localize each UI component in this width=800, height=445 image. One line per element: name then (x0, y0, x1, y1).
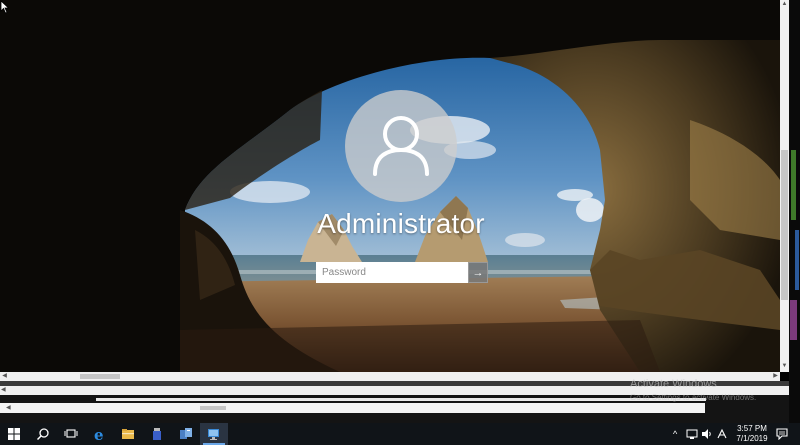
vertical-scroll-thumb[interactable] (781, 150, 788, 300)
internet-explorer-button[interactable]: e (86, 423, 114, 445)
clock-date: 7/1/2019 (736, 434, 768, 443)
username-label: Administrator (317, 208, 485, 239)
internet-explorer-icon: e (94, 427, 104, 441)
task-view-button[interactable] (57, 423, 85, 445)
language-input-icon[interactable] (716, 428, 728, 440)
password-input[interactable] (316, 262, 468, 283)
taskbar: e ^ 3:57 PM 7/1/2019 (0, 423, 800, 445)
server-manager-icon (180, 428, 192, 439)
remote-desktop-icon (208, 429, 219, 440)
search-button[interactable] (29, 423, 57, 445)
network-icon[interactable] (686, 428, 698, 440)
scroll-left-arrow-icon[interactable]: ◀ (6, 403, 11, 413)
usb-app-button[interactable] (143, 423, 171, 445)
password-form: → (316, 262, 488, 283)
screen-edge-artifact (789, 0, 800, 423)
search-icon (36, 428, 49, 441)
tray-overflow-chevron[interactable]: ^ (673, 423, 683, 445)
user-avatar (345, 90, 457, 202)
windows-start-icon (8, 428, 20, 440)
scroll-down-arrow-icon[interactable]: ▼ (780, 362, 789, 371)
file-explorer-button[interactable] (114, 423, 142, 445)
action-center-icon[interactable] (776, 428, 788, 440)
scroll-right-arrow-icon[interactable]: ▶ (771, 372, 780, 381)
scroll-left-arrow-icon[interactable]: ◀ (0, 372, 9, 381)
lock-screen-background: Administrator → (0, 0, 780, 372)
svg-text:e: e (94, 427, 104, 441)
horizontal-scrollbar-3[interactable]: ◀ (0, 403, 789, 413)
usb-app-icon (153, 428, 161, 440)
server-manager-button[interactable] (172, 423, 200, 445)
remote-desktop-button[interactable] (200, 423, 228, 445)
mouse-pointer-icon (0, 0, 10, 14)
scroll-up-arrow-icon[interactable]: ▲ (780, 0, 789, 9)
submit-arrow-button[interactable]: → (468, 262, 488, 283)
taskbar-clock[interactable]: 3:57 PM 7/1/2019 (732, 424, 772, 444)
task-view-icon (64, 429, 78, 438)
volume-icon[interactable] (701, 428, 713, 440)
scroll-left-arrow-icon[interactable]: ◀ (1, 386, 6, 395)
user-silhouette-icon (373, 116, 429, 176)
horizontal-scroll-thumb[interactable] (80, 374, 120, 379)
vertical-scrollbar[interactable]: ▲ ▼ (780, 0, 789, 372)
file-explorer-icon (122, 429, 134, 439)
clock-time: 3:57 PM (737, 424, 767, 433)
activate-windows-subtitle: Go to Settings to activate Windows. (630, 393, 757, 402)
activate-windows-title: Activate Windows (630, 378, 717, 390)
start-button[interactable] (0, 423, 28, 445)
